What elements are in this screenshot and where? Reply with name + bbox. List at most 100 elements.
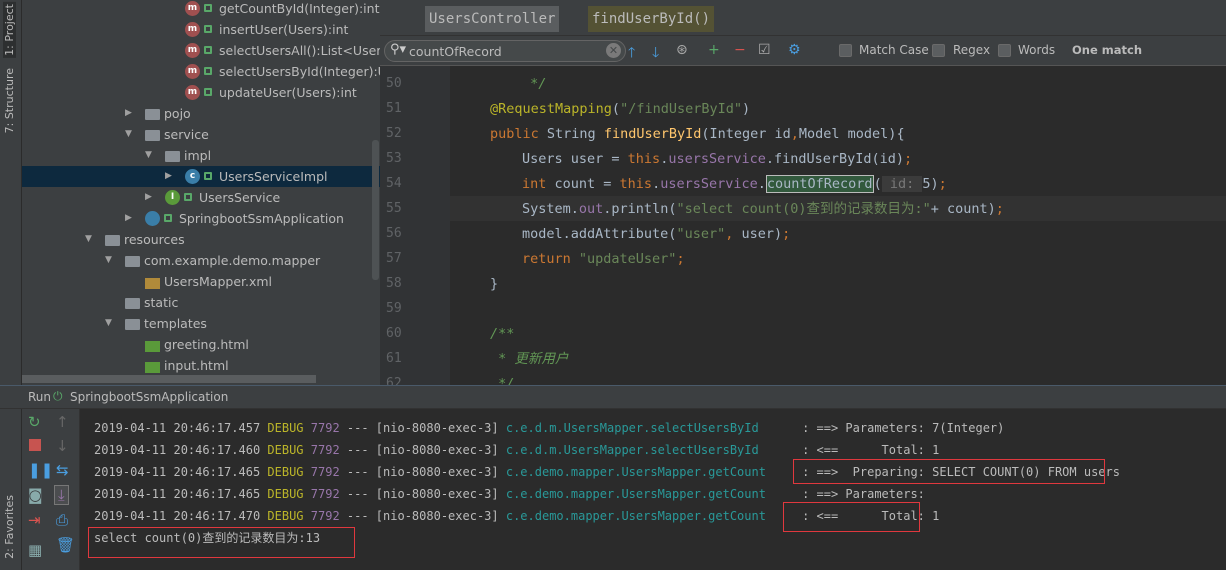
code-token: . <box>652 176 661 192</box>
scroll-to-end-icon[interactable]: ⤓ <box>54 485 69 505</box>
tree-item-label: impl <box>184 148 212 163</box>
tree-item[interactable]: m updateUser(Users):int <box>22 82 380 103</box>
tree-item-label: resources <box>124 232 185 247</box>
tree-item[interactable]: ▼ com.example.demo.mapper <box>22 250 380 271</box>
gear-icon[interactable]: ⚙ <box>788 42 801 58</box>
log-pid: 7792 <box>310 421 340 435</box>
regex-label[interactable]: Regex <box>953 43 990 57</box>
tree-item[interactable]: ▼ templates <box>22 313 380 334</box>
tree-item[interactable]: ▼ service <box>22 124 380 145</box>
method-icon: m <box>185 43 200 58</box>
tree-item[interactable]: m getCountById(Integer):int <box>22 0 380 19</box>
find-all-icon[interactable]: ⊛ <box>676 42 688 58</box>
code-token: "/findUserById" <box>620 101 742 117</box>
tree-item[interactable]: ▶ c UsersServiceImpl <box>22 166 380 187</box>
down-arrow-icon[interactable]: ↓ <box>56 437 69 455</box>
log-msg: : ==> Parameters: <box>802 487 933 501</box>
exit-icon[interactable]: ⇥ <box>28 511 41 529</box>
select-all-occurrences-icon[interactable]: ☑ <box>758 42 771 58</box>
tree-item[interactable]: m selectUsersAll():List<Users> <box>22 40 380 61</box>
next-occurrence-icon[interactable]: 🡓 <box>652 42 659 66</box>
words-checkbox[interactable] <box>998 44 1011 57</box>
tree-item[interactable]: ▼ impl <box>22 145 380 166</box>
code-line: model.addAttribute("user", user); <box>522 222 790 247</box>
chevron-down-icon[interactable]: ▼ <box>145 145 152 166</box>
tab-structure[interactable]: 7: Structure <box>3 68 16 133</box>
tab-favorites[interactable]: 2: Favorites <box>3 495 16 559</box>
tree-item[interactable]: input.html <box>22 355 380 376</box>
folder-icon <box>145 109 160 120</box>
line-number: 59 <box>386 301 402 316</box>
add-selection-icon[interactable]: + <box>708 42 720 58</box>
chevron-right-icon[interactable]: ▶ <box>165 166 172 187</box>
spring-app-icon <box>145 211 160 226</box>
search-icon[interactable]: ⚲▾ <box>390 42 406 57</box>
code-token: ; <box>782 226 791 242</box>
tree-item[interactable]: ▼ resources <box>22 229 380 250</box>
tree-scrollbar[interactable] <box>372 140 379 280</box>
chevron-down-icon[interactable]: ▼ <box>105 313 112 334</box>
log-date: 2019-04-11 20:46:17.457 <box>94 421 261 435</box>
match-case-label[interactable]: Match Case <box>859 43 929 57</box>
tab-project[interactable]: 1: Project <box>3 2 16 58</box>
line-number: 61 <box>386 351 402 366</box>
folder-icon <box>145 130 160 141</box>
tree-item[interactable]: ▶ SpringbootSsmApplication <box>22 208 380 229</box>
log-logger: c.e.demo.mapper.UsersMapper.getCount <box>505 487 795 501</box>
lock-icon <box>164 214 172 222</box>
line-number: 50 <box>386 76 402 91</box>
log-level: DEBUG <box>267 443 304 457</box>
camera-icon[interactable]: ◙ <box>28 486 43 504</box>
clear-search-icon[interactable]: ✕ <box>606 43 621 58</box>
lock-icon <box>204 4 212 12</box>
breadcrumb-method[interactable]: findUserById() <box>588 6 715 32</box>
layout-icon[interactable]: ▦ <box>28 541 42 559</box>
project-tree: m getCountById(Integer):int m insertUser(Us… <box>22 0 380 385</box>
chevron-down-icon[interactable]: ▼ <box>85 229 92 250</box>
tree-item[interactable]: static <box>22 292 380 313</box>
breadcrumb-class[interactable]: UsersController <box>425 6 560 32</box>
folder-icon <box>125 319 140 330</box>
tree-item[interactable]: m insertUser(Users):int <box>22 19 380 40</box>
tree-item-label: UsersService <box>199 190 281 205</box>
print-icon[interactable]: ⎙ <box>56 511 68 529</box>
soft-wrap-icon[interactable]: ⇆ <box>56 461 69 479</box>
left-tool-stripe: 1: Project 7: Structure 2: Favorites <box>0 0 22 570</box>
tree-item[interactable]: ▶ pojo <box>22 103 380 124</box>
remove-selection-icon[interactable]: − <box>734 42 746 58</box>
chevron-down-icon[interactable]: ▼ <box>105 250 112 271</box>
line-number: 52 <box>386 126 402 141</box>
search-input[interactable] <box>409 43 599 59</box>
code-token: 5) <box>922 176 939 192</box>
match-case-checkbox[interactable] <box>839 44 852 57</box>
words-label[interactable]: Words <box>1018 43 1055 57</box>
code-token: , <box>790 126 799 142</box>
tree-item-label: selectUsersById(Integer):Users <box>219 64 380 79</box>
chevron-right-icon[interactable]: ▶ <box>125 103 132 124</box>
tree-item[interactable]: greeting.html <box>22 334 380 355</box>
code-token: .findUserById(id) <box>765 151 905 167</box>
html-file-icon <box>145 362 160 373</box>
up-arrow-icon[interactable]: ↑ <box>56 413 69 431</box>
trash-icon[interactable]: 🗑 <box>56 536 75 554</box>
tree-item[interactable]: m selectUsersById(Integer):Users <box>22 61 380 82</box>
tree-h-scrollbar[interactable] <box>22 375 316 383</box>
interface-icon: I <box>165 190 180 205</box>
stop-icon[interactable] <box>29 439 41 451</box>
line-number: 58 <box>386 276 402 291</box>
regex-checkbox[interactable] <box>932 44 945 57</box>
run-config-tab[interactable]: SpringbootSsmApplication <box>70 390 228 404</box>
tree-item-label: service <box>164 127 209 142</box>
lock-icon <box>204 25 212 33</box>
class-icon: c <box>185 169 200 184</box>
chevron-right-icon[interactable]: ▶ <box>125 208 132 229</box>
tree-item[interactable]: ▶ I UsersService <box>22 187 380 208</box>
chevron-right-icon[interactable]: ▶ <box>145 187 152 208</box>
search-field[interactable]: ⚲▾ ✕ <box>384 40 626 62</box>
rerun-icon[interactable]: ↻ <box>28 413 41 431</box>
chevron-down-icon[interactable]: ▼ <box>125 124 132 145</box>
tree-item[interactable]: UsersMapper.xml <box>22 271 380 292</box>
log-logger: c.e.d.m.UsersMapper.selectUsersById <box>505 443 795 457</box>
previous-occurrence-icon[interactable]: 🡑 <box>628 42 635 66</box>
tree-item-label: static <box>144 295 179 310</box>
